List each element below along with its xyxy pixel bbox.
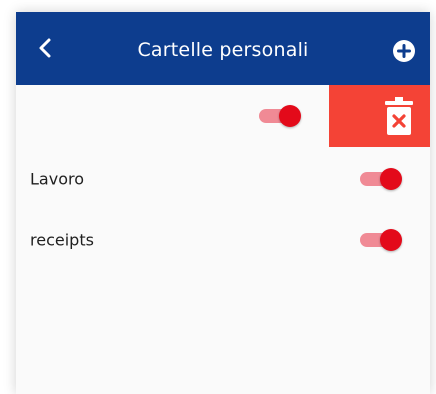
- delete-folder-button[interactable]: [329, 85, 430, 147]
- list-item[interactable]: receipts: [16, 209, 430, 271]
- folder-label: receipts: [30, 230, 94, 250]
- toggle-thumb: [279, 105, 301, 127]
- toggle-thumb: [380, 229, 402, 251]
- folder-toggle[interactable]: [259, 104, 303, 128]
- folder-label: Lavoro: [30, 169, 84, 189]
- list-item[interactable]: Lavoro: [16, 148, 430, 210]
- folder-toggle[interactable]: [360, 228, 404, 252]
- folder-toggle[interactable]: [360, 167, 404, 191]
- app-bar: Cartelle personali: [16, 12, 430, 85]
- plus-circle-icon: [393, 40, 415, 62]
- add-folder-button[interactable]: [392, 39, 416, 63]
- toggle-thumb: [380, 168, 402, 190]
- page-title: Cartelle personali: [137, 39, 309, 61]
- trash-icon: [385, 97, 413, 135]
- screen: Cartelle personali Lavoro receipts: [16, 12, 430, 394]
